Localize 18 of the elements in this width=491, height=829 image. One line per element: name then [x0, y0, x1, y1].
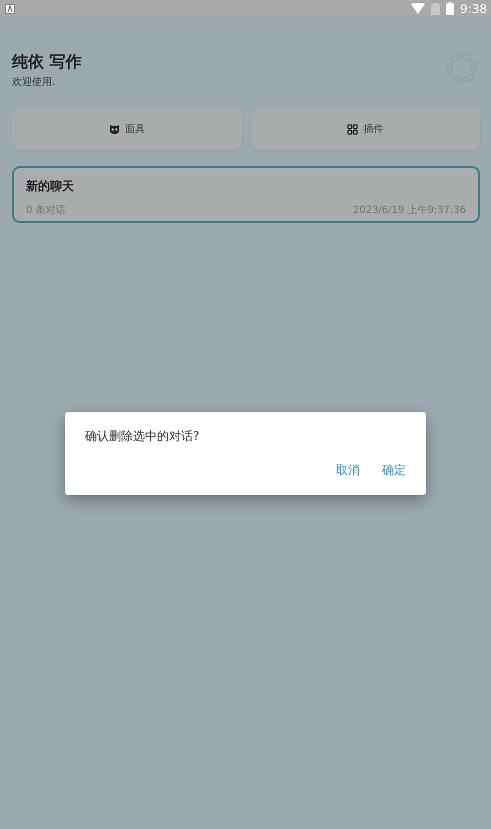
- no-sim-icon: [431, 2, 440, 14]
- status-time: 9:38: [460, 2, 487, 16]
- app-title: 纯依 写作: [12, 52, 82, 73]
- chat-title: 新的聊天: [26, 178, 75, 195]
- battery-icon: [446, 2, 454, 15]
- dialog-message: 确认删除选中的对话?: [85, 428, 200, 445]
- wifi-icon: [411, 3, 426, 14]
- grid-icon: [347, 124, 358, 134]
- action-button[interactable]: 插件: [250, 108, 480, 150]
- dialog-button[interactable]: 确定: [382, 462, 406, 479]
- message-count: 0 条对话: [26, 204, 66, 217]
- dialog-button[interactable]: 取消: [336, 462, 360, 479]
- notification-icon: [5, 4, 15, 14]
- mask-icon: [108, 124, 120, 134]
- action-button[interactable]: 面具: [12, 108, 242, 150]
- app-subtitle: 欢迎使用.: [12, 76, 56, 89]
- chat-item[interactable]: 新的聊天 0 条对话 2023/6/19 上午9:37:36: [12, 166, 480, 223]
- chat-time: 2023/6/19 上午9:37:36: [352, 204, 466, 217]
